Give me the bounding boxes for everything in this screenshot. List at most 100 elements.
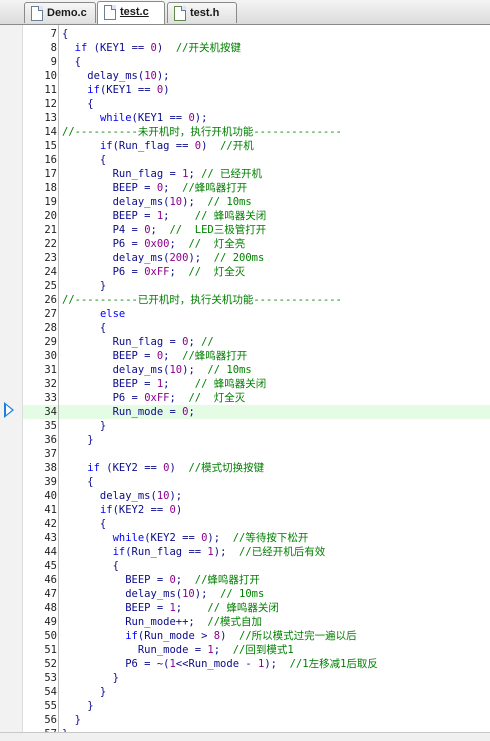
code-text: } [62,671,119,685]
code-line[interactable]: 30 BEEP = 0; //蜂鸣器打开 [0,349,490,363]
code-number: 10 [156,490,170,502]
line-number: 23 [44,252,57,264]
code-line[interactable]: 20 BEEP = 1; // 蜂鸣器关闭 [0,209,490,223]
code-number: 10 [169,364,183,376]
code-line[interactable]: 56 } [0,713,490,727]
code-token: ); [188,252,214,264]
code-line[interactable]: 35 } [0,419,490,433]
line-number: 42 [44,518,57,530]
code-line[interactable]: 52 P6 = ~(1<<Run_mode - 1); //1左移减1后取反 [0,657,490,671]
code-token: ) [156,42,176,54]
code-text: { [62,321,106,335]
code-comment: //1左移减1后取反 [289,658,378,670]
code-line[interactable]: 27 else [0,307,490,321]
code-token: Run_flag = [62,336,183,348]
c-file-icon [104,5,116,20]
tab-test-h[interactable]: test.h [167,2,237,23]
code-line[interactable]: 14 //----------未开机时，执行开机功能-------------- [0,125,490,139]
code-line[interactable]: 8 if (KEY1 == 0) //开关机按键 [0,41,490,55]
code-line[interactable]: 17 Run_flag = 1; // 已经开机 [0,167,490,181]
code-keyword: if [112,546,126,558]
code-line[interactable]: 37 [0,447,490,461]
code-text: { [62,559,119,573]
code-line[interactable]: 33 P6 = 0xFF; // 灯全灭 [0,391,490,405]
code-text: else [62,307,125,321]
code-line[interactable]: 43 while(KEY2 == 0); //等待按下松开 [0,531,490,545]
code-line[interactable]: 39 { [0,475,490,489]
code-line[interactable]: 23 delay_ms(200); // 200ms [0,251,490,265]
breakpoint-margin[interactable] [0,25,23,732]
code-line[interactable]: 10 delay_ms(10); [0,69,490,83]
code-line[interactable]: 29 Run_flag = 0; // [0,335,490,349]
code-line[interactable]: 51 Run_mode = 1; //回到模式1 [0,643,490,657]
code-line[interactable]: 16 { [0,153,490,167]
code-line[interactable]: 47 delay_ms(10); // 10ms [0,587,490,601]
tab-test-c[interactable]: test.c [97,1,165,24]
code-line[interactable]: 18 BEEP = 0; //蜂鸣器打开 [0,181,490,195]
code-line[interactable]: 41 if(KEY2 == 0) [0,503,490,517]
code-comment: //模式切换按键 [188,462,265,474]
code-text: { [62,97,93,111]
code-line[interactable]: 12 { [0,97,490,111]
code-text: if(KEY2 == 0) [62,503,182,517]
code-keyword: if [99,504,113,516]
code-keyword: else [99,308,126,320]
code-line[interactable]: 13 while(KEY1 == 0); [0,111,490,125]
line-number: 53 [44,672,57,684]
code-line[interactable]: 28 { [0,321,490,335]
code-line[interactable]: 50 if(Run_mode > 8) //所以模式过完一遍以后 [0,629,490,643]
code-token: ); [182,364,208,376]
tab-demo-c[interactable]: Demo.c [24,2,96,23]
code-keyword: if [99,140,113,152]
code-line[interactable]: 34 Run_mode = 0; [0,405,490,419]
code-line[interactable]: 49 Run_mode++; //模式自加 [0,615,490,629]
code-token: P6 = [62,238,145,250]
code-text: BEEP = 1; // 蜂鸣器关闭 [62,209,267,223]
line-number: 28 [44,322,57,334]
code-line[interactable]: 45 { [0,559,490,573]
code-line[interactable]: 32 BEEP = 1; // 蜂鸣器关闭 [0,377,490,391]
code-line[interactable]: 22 P6 = 0x00; // 灯全亮 [0,237,490,251]
code-line[interactable]: 54 } [0,685,490,699]
code-line[interactable]: 15 if(Run_flag == 0) //开机 [0,139,490,153]
code-line[interactable]: 31 delay_ms(10); // 10ms [0,363,490,377]
code-comment: //开关机按键 [175,42,241,54]
code-line[interactable]: 9 { [0,55,490,69]
code-line[interactable]: 19 delay_ms(10); // 10ms [0,195,490,209]
current-line-arrow-icon [4,402,14,418]
code-line[interactable]: 26 //----------已开机时，执行关机功能-------------- [0,293,490,307]
code-token: ; [163,350,183,362]
code-text: P4 = 0; // LED三极管打开 [62,223,267,237]
code-editor[interactable]: 7{8 if (KEY1 == 0) //开关机按键 9 {10 delay_ms… [0,25,490,732]
code-text: Run_mode = 0; [62,405,195,419]
code-token: ); [264,658,290,670]
code-line[interactable]: 44 if(Run_flag == 1); //已经开机后有效 [0,545,490,559]
line-number: 30 [44,350,57,362]
code-line[interactable]: 25 } [0,279,490,293]
code-line[interactable]: 48 BEEP = 1; // 蜂鸣器关闭 [0,601,490,615]
code-keyword: while [99,112,132,124]
code-line[interactable]: 24 P6 = 0xFF; // 灯全灭 [0,265,490,279]
code-line[interactable]: 55 } [0,699,490,713]
code-line[interactable]: 21 P4 = 0; // LED三极管打开 [0,223,490,237]
code-text: delay_ms(200); // 200ms [62,251,265,265]
code-line[interactable]: 53 } [0,671,490,685]
code-line[interactable]: 38 if (KEY2 == 0) //模式切换按键 [0,461,490,475]
code-comment: // 10ms [207,196,252,208]
code-token: ) [163,84,170,96]
code-line[interactable]: 11 if(KEY1 == 0) [0,83,490,97]
code-comment: //----------未开机时，执行开机功能-------------- [62,126,342,138]
code-line[interactable]: 36 } [0,433,490,447]
code-line[interactable]: 7{ [0,27,490,41]
code-line[interactable]: 40 delay_ms(10); [0,489,490,503]
code-text: BEEP = 0; //蜂鸣器打开 [62,181,248,195]
code-text: { [62,517,106,531]
code-line[interactable]: 46 BEEP = 0; //蜂鸣器打开 [0,573,490,587]
code-token: BEEP = [62,350,157,362]
code-token: ); [156,70,170,82]
code-line[interactable]: 42 { [0,517,490,531]
code-keyword: if [125,630,138,642]
